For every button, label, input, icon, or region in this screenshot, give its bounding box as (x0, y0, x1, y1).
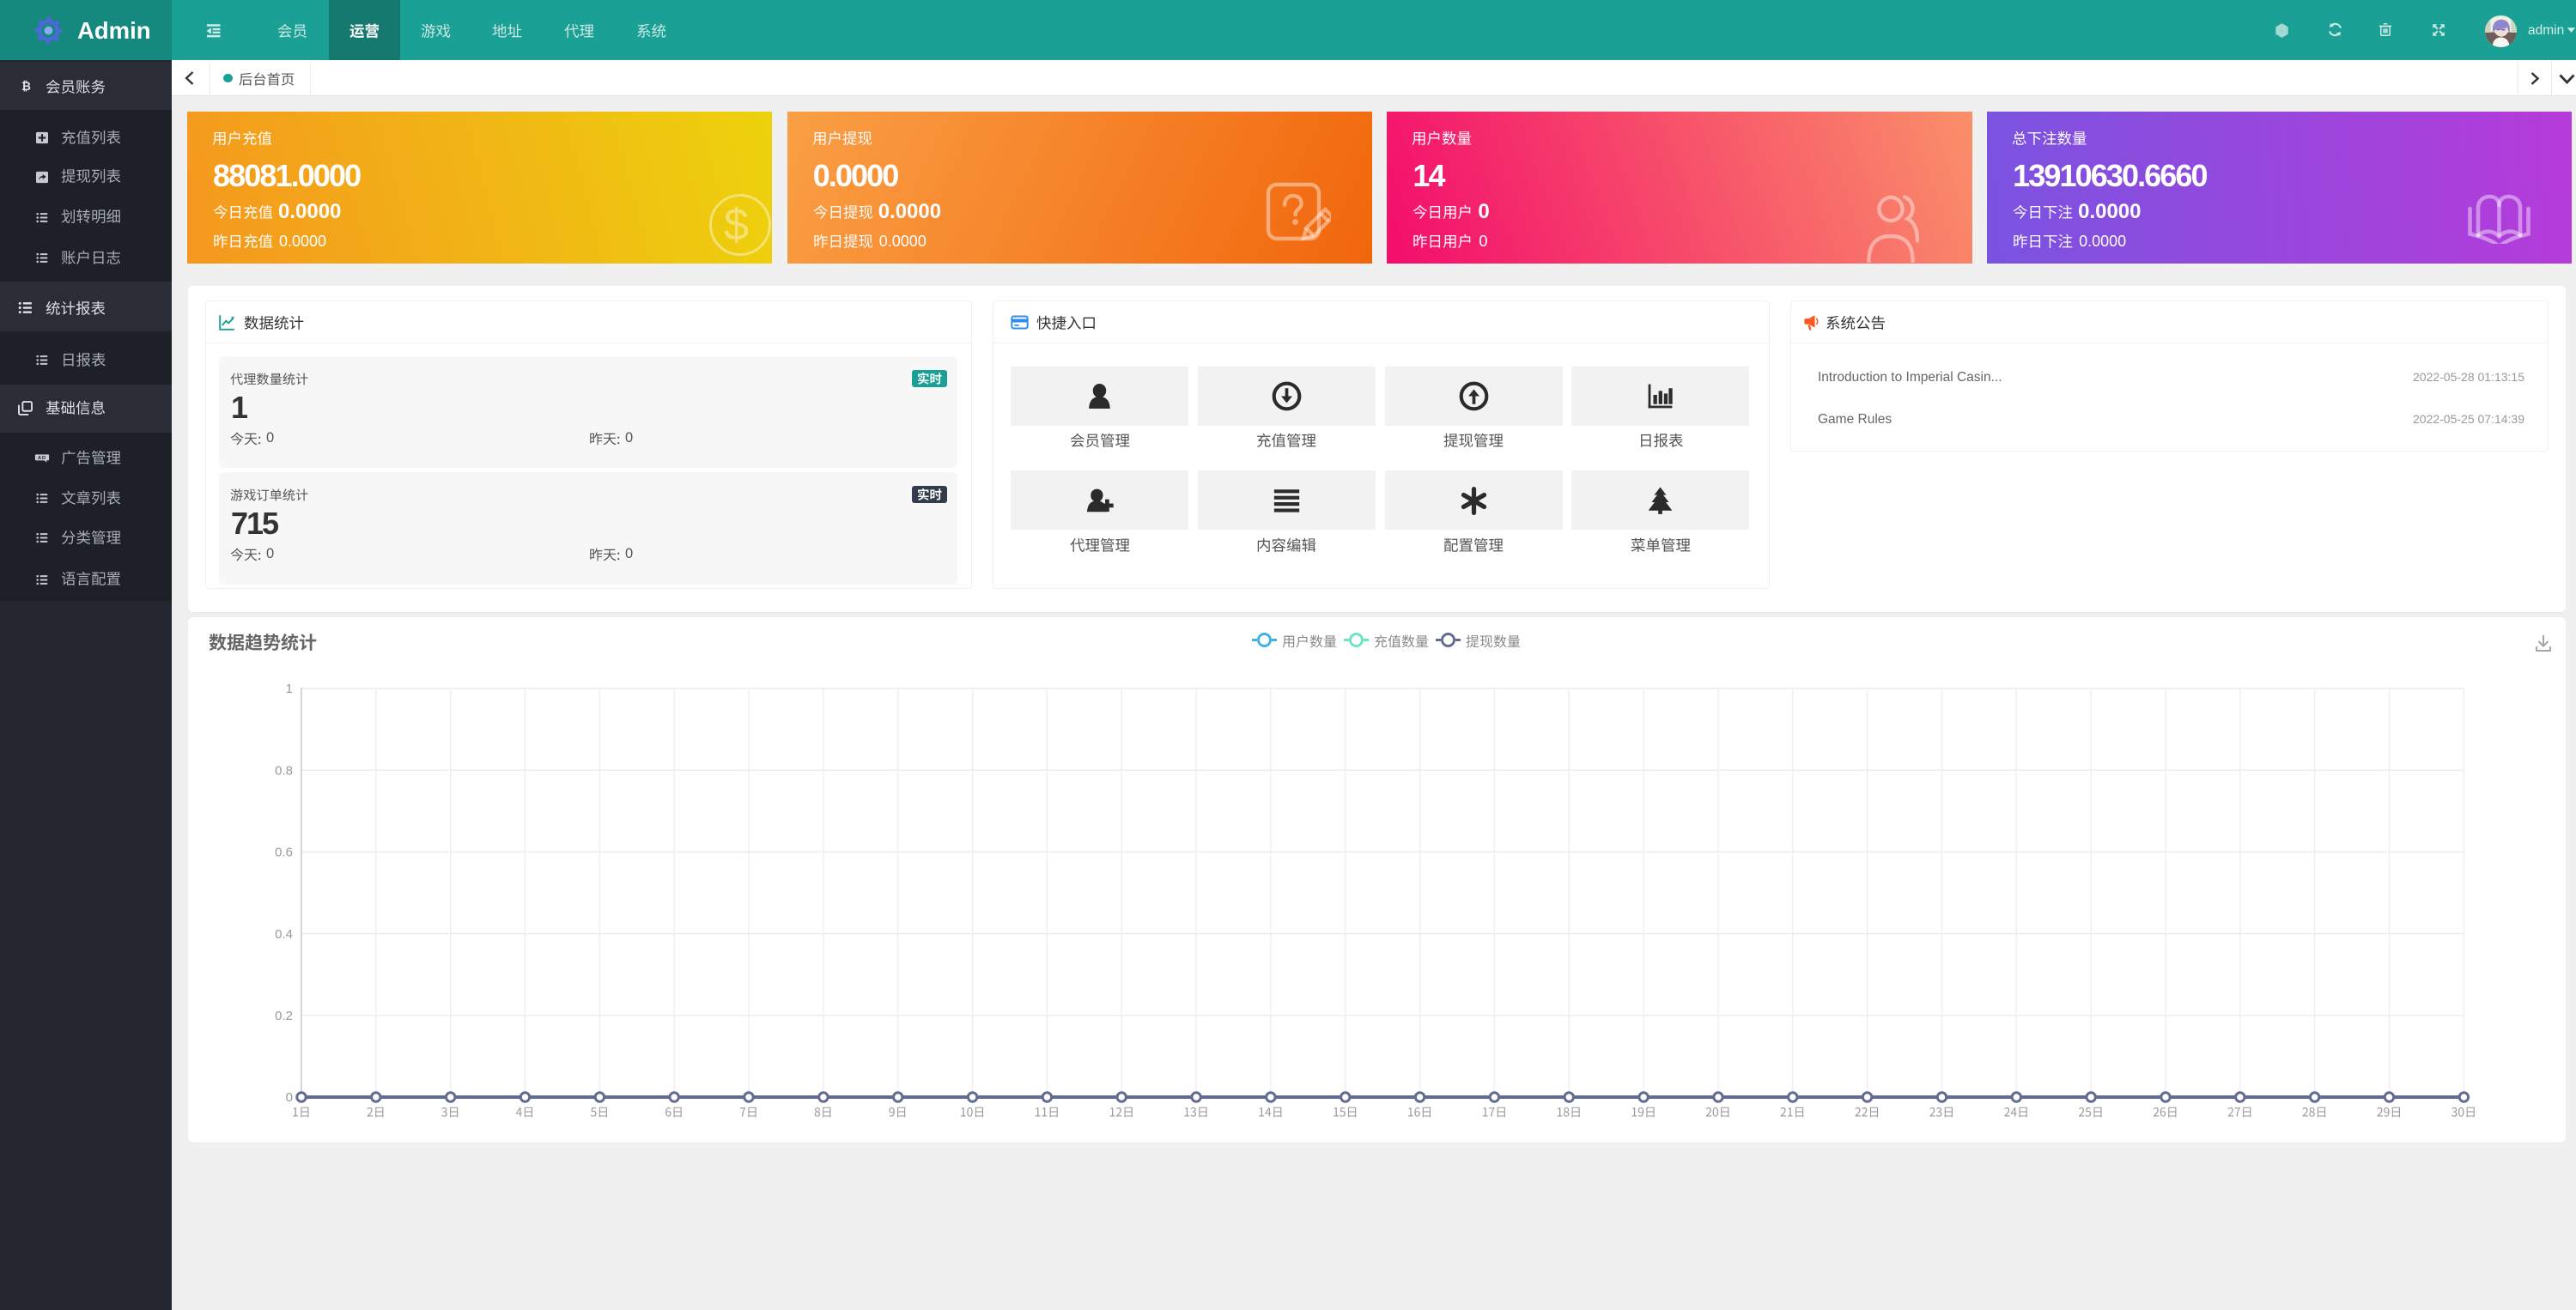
svg-text:D: D (42, 456, 46, 461)
svg-text:1: 1 (286, 682, 293, 696)
svg-text:0.6: 0.6 (275, 846, 293, 860)
svg-text:0.4: 0.4 (275, 927, 293, 942)
svg-text:A: A (38, 456, 41, 461)
svg-text:0.8: 0.8 (275, 763, 293, 778)
svg-text:₿: ₿ (21, 80, 31, 93)
svg-text:0: 0 (286, 1090, 293, 1105)
svg-text:0.2: 0.2 (275, 1009, 293, 1023)
